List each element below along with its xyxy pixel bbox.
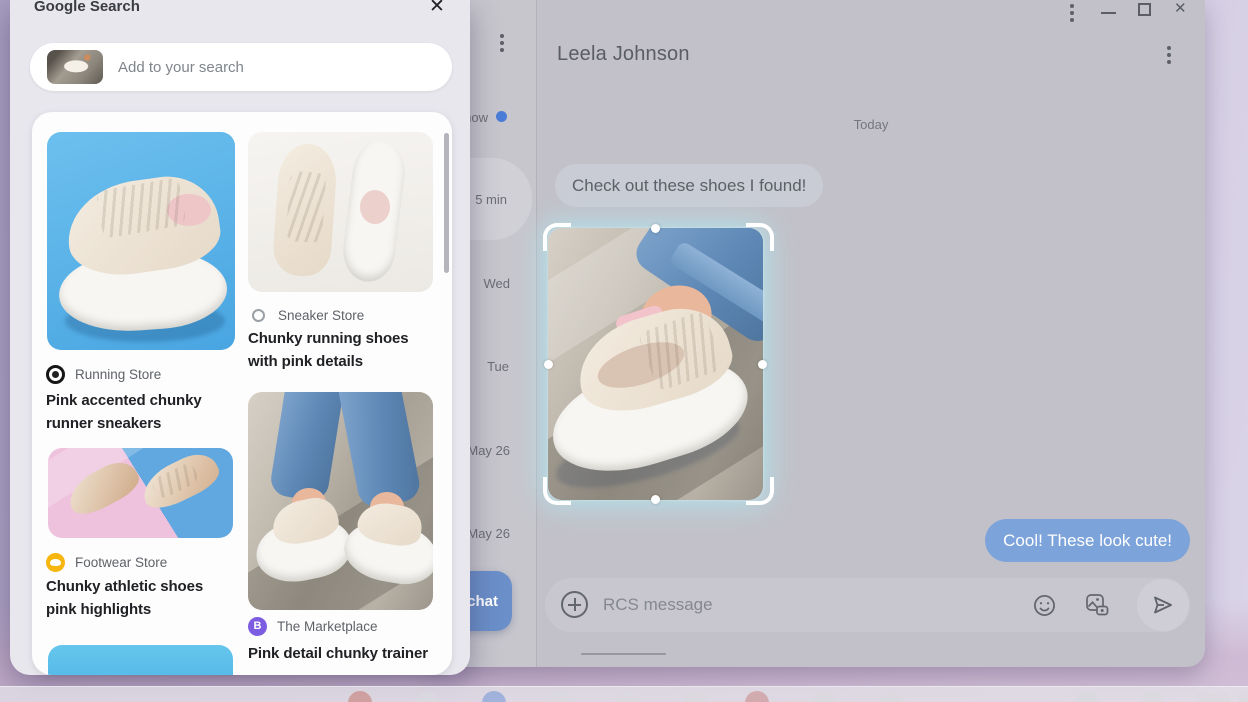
taskbar-app-icon[interactable]	[879, 691, 903, 702]
store-badge-outline-icon	[252, 309, 265, 322]
store-badge-letter-icon: B	[248, 617, 267, 636]
store-name[interactable]: The Marketplace	[277, 619, 378, 634]
crop-handle-bottom-left[interactable]	[543, 477, 571, 505]
taskbar-tray-tile[interactable]	[1196, 693, 1230, 702]
message-input[interactable]	[603, 578, 1003, 632]
store-badge-target-icon	[46, 365, 65, 384]
chat-menu-icon[interactable]	[1167, 46, 1171, 50]
outgoing-message-bubble[interactable]: Cool! These look cute!	[985, 519, 1190, 562]
store-name[interactable]: Sneaker Store	[278, 308, 364, 323]
taskbar-app-icon[interactable]	[683, 691, 707, 702]
crop-handle-top-left[interactable]	[543, 223, 571, 251]
minimize-button[interactable]	[1101, 12, 1116, 14]
panel-title: Google Search	[34, 0, 140, 15]
date-separator: Today	[537, 117, 1205, 132]
shared-photo-message[interactable]	[548, 228, 763, 500]
taskbar-app-icon[interactable]	[549, 691, 573, 702]
messages-window: ✕ now 5 min Wed Tue May 26 May 26 Start …	[430, 0, 1205, 667]
store-name[interactable]: Footwear Store	[75, 555, 167, 570]
conversation-timestamp[interactable]: May 26	[467, 443, 510, 458]
taskbar	[0, 686, 1248, 702]
crop-handle-top-right[interactable]	[746, 223, 774, 251]
taskbar-app-icon[interactable]	[1140, 691, 1164, 702]
close-panel-icon[interactable]: ✕	[425, 0, 449, 19]
result-title[interactable]: Chunky athletic shoes pink highlights	[46, 576, 231, 621]
contact-name: Leela Johnson	[557, 43, 690, 66]
incoming-message-bubble[interactable]: Check out these shoes I found!	[555, 164, 823, 207]
store-badge-yellow-icon	[46, 553, 65, 572]
taskbar-app-icon[interactable]	[812, 691, 836, 702]
result-image-4[interactable]	[248, 392, 433, 610]
result-image-5[interactable]	[48, 645, 233, 675]
conversation-timestamp[interactable]: 5 min	[475, 192, 507, 207]
store-name[interactable]: Running Store	[75, 367, 161, 382]
send-button[interactable]	[1137, 579, 1189, 631]
maximize-button[interactable]	[1138, 3, 1151, 16]
taskbar-app-icon[interactable]	[1075, 691, 1099, 702]
search-image-thumbnail	[47, 50, 103, 84]
crop-handle-bottom[interactable]	[651, 495, 660, 504]
result-image-2[interactable]	[248, 132, 433, 292]
result-title[interactable]: Pink accented chunky runner sneakers	[46, 390, 238, 435]
emoji-icon[interactable]	[1030, 591, 1058, 619]
send-icon	[1151, 593, 1175, 617]
crop-handle-bottom-right[interactable]	[746, 477, 774, 505]
taskbar-app-icon[interactable]	[415, 691, 439, 702]
taskbar-app-icon[interactable]	[745, 691, 769, 702]
results-scrollbar[interactable]	[444, 133, 449, 273]
crop-handle-top[interactable]	[651, 224, 660, 233]
crop-handle-left[interactable]	[544, 360, 553, 369]
compose-bar	[545, 578, 1190, 632]
gallery-icon[interactable]	[1083, 591, 1111, 619]
taskbar-tray-tile[interactable]	[1238, 693, 1248, 702]
crop-handle-right[interactable]	[758, 360, 767, 369]
result-image-3[interactable]	[48, 448, 233, 538]
conversation-timestamp[interactable]: Tue	[487, 359, 509, 374]
taskbar-app-icon[interactable]	[348, 691, 372, 702]
window-menu-icon[interactable]	[1070, 4, 1074, 8]
plus-icon[interactable]	[561, 591, 588, 618]
conversation-timestamp[interactable]: Wed	[484, 276, 511, 291]
search-results-card: Running Store Pink accented chunky runne…	[32, 112, 452, 675]
result-image-1[interactable]	[47, 132, 235, 350]
bottom-indicator	[581, 653, 666, 655]
google-search-panel: Google Search ✕ Running Store Pink accen…	[10, 0, 470, 675]
close-window-button[interactable]: ✕	[1174, 0, 1187, 17]
search-bar[interactable]	[30, 43, 452, 91]
search-input[interactable]	[118, 43, 438, 91]
result-title[interactable]: Pink detail chunky trainer	[248, 643, 448, 666]
result-title[interactable]: Chunky running shoes with pink details	[248, 328, 423, 373]
conversation-timestamp[interactable]: May 26	[467, 526, 510, 541]
unread-dot	[496, 111, 507, 122]
taskbar-app-icon[interactable]	[482, 691, 506, 702]
conversation-list-menu-icon[interactable]	[500, 34, 504, 38]
taskbar-app-icon[interactable]	[616, 691, 640, 702]
